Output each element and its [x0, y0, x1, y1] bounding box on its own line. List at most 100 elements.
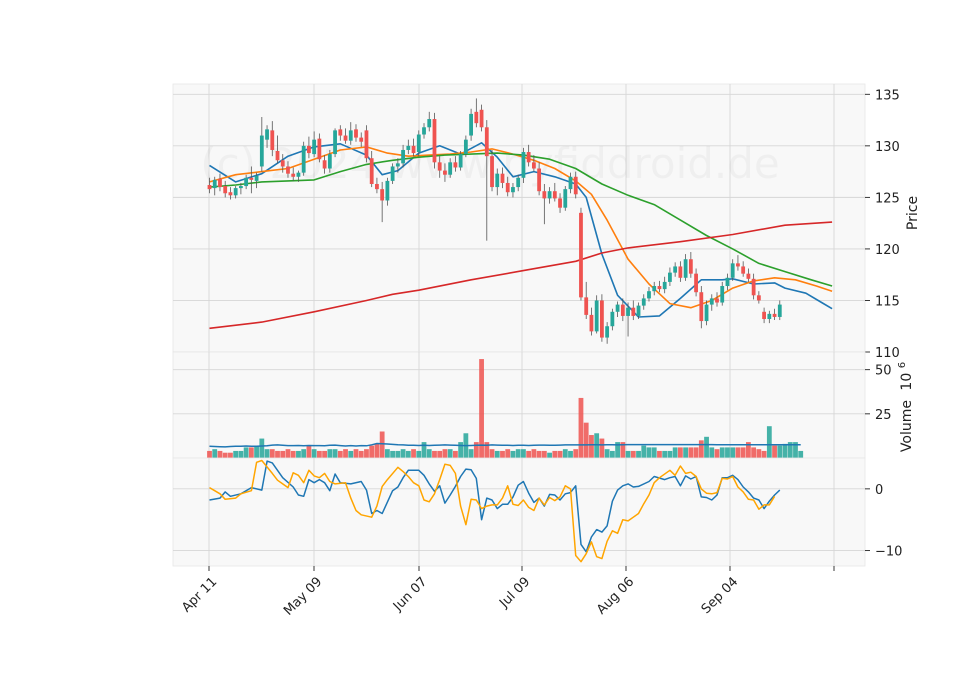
volume-bar: [468, 449, 474, 458]
volume-bar: [646, 447, 652, 458]
candle-body: [254, 175, 259, 181]
candle-body: [259, 135, 264, 167]
candle-body: [432, 119, 437, 163]
volume-bar: [552, 450, 558, 458]
volume-bar: [709, 447, 715, 458]
candle-body: [443, 170, 447, 175]
volume-bar: [269, 449, 275, 458]
candle-body: [453, 162, 458, 168]
candle-body: [620, 304, 625, 316]
volume-bar: [379, 431, 385, 458]
volume-bar: [562, 449, 568, 458]
volume-bar: [515, 449, 521, 458]
candle-body: [385, 180, 390, 201]
candle-body: [416, 134, 421, 153]
candle-body: [207, 185, 212, 190]
volume-bar: [740, 447, 746, 458]
candle-body: [594, 300, 599, 332]
volume-bar: [453, 450, 458, 458]
volume-bar: [735, 447, 741, 458]
y-tick-label: 0: [875, 483, 883, 498]
candle-body: [312, 139, 317, 155]
volume-bar: [337, 450, 343, 458]
candle-body: [767, 313, 772, 320]
volume-bar: [641, 445, 647, 458]
volume-bar: [212, 449, 218, 458]
volume-bar: [557, 450, 563, 458]
candle-body: [704, 304, 709, 322]
volume-bar: [604, 449, 610, 458]
candle-body: [249, 177, 254, 180]
candle-body: [552, 191, 557, 199]
volume-bar: [254, 445, 259, 458]
y-tick-label: 130: [875, 140, 900, 155]
volume-bar: [719, 447, 725, 458]
y-tick-label: −10: [875, 545, 902, 560]
candle-body: [317, 138, 322, 160]
candle-body: [422, 127, 426, 135]
volume-bar: [693, 447, 699, 458]
candle-body: [286, 166, 290, 174]
volume-bar: [442, 449, 448, 458]
volume-bar: [704, 436, 709, 458]
volume-bar: [285, 449, 291, 458]
volume-bar: [327, 449, 333, 458]
volume-panel: 25 50 Volume 10 6: [172, 351, 915, 459]
volume-bar: [714, 449, 720, 458]
candle-body: [490, 156, 494, 188]
candle-body: [516, 177, 521, 188]
volume-bar: [228, 452, 233, 458]
candle-body: [275, 151, 280, 161]
y-tick-label: 115: [875, 294, 900, 309]
candle-body: [605, 326, 610, 338]
candle-body: [568, 176, 573, 190]
price-axis-title: Price: [905, 196, 921, 230]
candle-body: [401, 149, 405, 164]
candle-body: [736, 263, 740, 267]
volume-axis-scale-exponent: 6: [897, 362, 908, 368]
candle-body: [673, 266, 678, 273]
volume-bar: [395, 450, 401, 458]
volume-bar: [248, 447, 254, 458]
volume-bar: [609, 450, 615, 458]
volume-bar: [421, 442, 427, 458]
volume-bar: [798, 450, 804, 458]
candle-body: [531, 162, 536, 169]
volume-bar: [698, 440, 704, 458]
candle-body: [668, 272, 672, 282]
candle-body: [270, 130, 275, 150]
candle-body: [343, 135, 348, 141]
candle-body: [657, 286, 662, 290]
volume-bar: [651, 447, 657, 458]
volume-bar: [432, 450, 437, 458]
candle-body: [427, 119, 432, 128]
volume-bar: [578, 397, 584, 458]
candle-body: [699, 292, 704, 322]
candle-body: [762, 311, 766, 320]
volume-bar: [364, 449, 369, 458]
candle-body: [244, 177, 249, 187]
candle-body: [333, 130, 337, 155]
candle-body: [406, 145, 411, 150]
candle-body: [463, 139, 468, 155]
candle-body: [511, 187, 515, 193]
candle-body: [772, 313, 777, 317]
volume-bar: [411, 449, 416, 458]
volume-bar: [390, 450, 396, 458]
volume-bar: [536, 450, 542, 458]
candle-body: [458, 154, 463, 168]
volume-bar: [243, 447, 249, 458]
volume-bar: [526, 450, 532, 458]
stock-chart: (c) 2024 www.pyfiddroid.de 1101151201251…: [0, 0, 960, 690]
volume-bar: [489, 449, 495, 458]
candle-body: [558, 198, 562, 208]
candle-body: [291, 173, 296, 177]
y-tick-label: 25: [875, 408, 892, 423]
candle-body: [678, 266, 683, 278]
volume-bar: [405, 450, 411, 458]
oscillator-panel: 0 −10: [172, 457, 902, 567]
candle-body: [720, 286, 725, 303]
y-tick-label: 135: [875, 88, 900, 103]
volume-bar: [296, 450, 301, 458]
candle-body: [223, 186, 228, 194]
